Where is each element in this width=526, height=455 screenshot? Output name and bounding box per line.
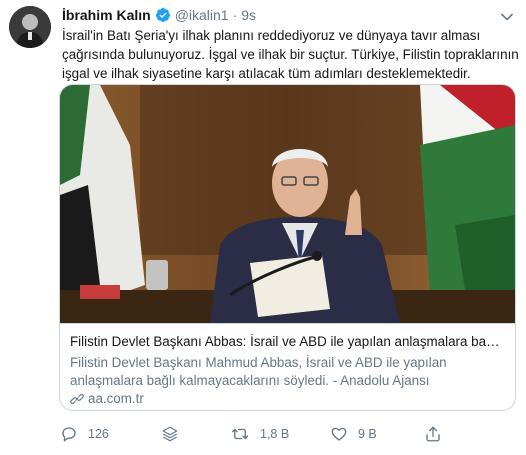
link-card[interactable]: Filistin Devlet Başkanı Abbas: İsrail ve…	[59, 84, 516, 411]
stack-icon	[162, 426, 178, 442]
retweet-count: 1,8 B	[260, 427, 290, 441]
retweet-button[interactable]: 1,8 B	[230, 425, 289, 443]
card-domain-text: aa.com.tr	[88, 391, 144, 406]
author-handle[interactable]: @ikalin1	[175, 7, 229, 23]
chevron-down-icon[interactable]	[498, 8, 516, 26]
tweet-header: İbrahim Kalın @ikalin1 · 9s	[62, 7, 256, 23]
like-count: 9 B	[358, 427, 377, 441]
reply-count: 126	[88, 427, 109, 441]
tweet-text: İsrail'in Batı Şeria'yı ilhak planını re…	[62, 26, 522, 83]
card-title[interactable]: Filistin Devlet Başkanı Abbas: İsrail ve…	[70, 334, 506, 349]
card-image[interactable]	[60, 85, 515, 323]
card-body[interactable]: Filistin Devlet Başkanı Abbas: İsrail ve…	[60, 323, 515, 410]
retweet-icon	[231, 428, 249, 440]
card-description-line: Filistin Devlet Başkanı Mahmud Abbas, İs…	[70, 355, 447, 370]
author-name[interactable]: İbrahim Kalın	[62, 7, 151, 23]
tweet-text-line: çağrısında bulunuyoruz. İşgal ve ilhak b…	[62, 47, 519, 62]
card-description-line: anlaşmalara bağlı kalmayacaklarını söyle…	[70, 373, 430, 388]
reply-icon	[62, 427, 76, 442]
verified-badge-icon	[155, 7, 171, 23]
like-button[interactable]: 9 B	[330, 425, 377, 443]
share-button[interactable]	[424, 425, 452, 443]
author-avatar[interactable]	[9, 6, 51, 48]
tweet-time[interactable]: 9s	[241, 7, 256, 23]
tweet-actions: 126 1,8 B 9 B	[60, 425, 480, 449]
card-description: Filistin Devlet Başkanı Mahmud Abbas, İs…	[70, 354, 506, 390]
share-icon	[426, 426, 440, 442]
like-icon	[331, 427, 347, 441]
stack-button[interactable]	[160, 425, 190, 443]
link-icon	[70, 393, 84, 404]
tweet-text-line: işgal ve ilhak siyasetine karşı atılacak…	[62, 66, 471, 81]
separator-dot: ·	[232, 7, 238, 23]
tweet-text-line: İsrail'in Batı Şeria'yı ilhak planını re…	[62, 28, 481, 43]
reply-button[interactable]: 126	[60, 425, 109, 443]
card-domain[interactable]: aa.com.tr	[70, 391, 144, 406]
